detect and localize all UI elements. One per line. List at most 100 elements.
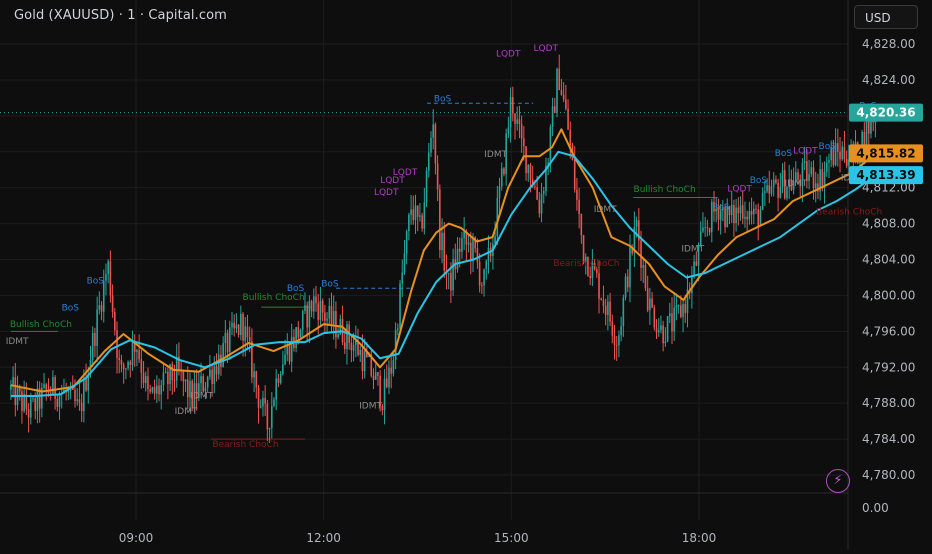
candle-body — [282, 364, 284, 374]
candle-body — [744, 216, 746, 219]
candle-body — [733, 204, 735, 224]
candle-body — [755, 208, 757, 210]
candle-body — [629, 247, 631, 288]
candle-body — [129, 361, 132, 365]
candle-body — [421, 215, 423, 229]
candle-body — [671, 313, 673, 332]
candle-body — [578, 199, 580, 215]
candle-body — [525, 146, 527, 174]
candle-body — [335, 311, 337, 338]
candle-body — [34, 398, 37, 412]
candle-body — [779, 186, 782, 199]
candle-body — [624, 276, 627, 298]
candle-body — [125, 368, 127, 370]
lightning-icon[interactable]: ⚡ — [826, 469, 850, 493]
candle-body — [814, 183, 817, 189]
candle-body — [759, 209, 762, 226]
candle-body — [432, 124, 434, 138]
candle-body — [675, 305, 678, 308]
candle-body — [116, 330, 118, 358]
candle-body — [430, 137, 432, 153]
candle-body — [761, 192, 764, 210]
candle-body — [602, 300, 605, 306]
candle-body — [350, 342, 353, 351]
candle-body — [576, 189, 578, 200]
candle-body — [83, 378, 85, 412]
candle-body — [233, 322, 236, 329]
candle-body — [262, 397, 264, 407]
candle-body — [213, 366, 216, 385]
candle-body — [186, 379, 189, 398]
candle-body — [27, 409, 30, 418]
candle-body — [704, 227, 706, 229]
candle-body — [839, 151, 841, 160]
candle-body — [209, 369, 211, 377]
candle-body — [467, 242, 470, 245]
label-idmt: IDMT — [681, 244, 704, 254]
candle-body — [764, 191, 766, 193]
candle-body — [434, 124, 437, 164]
price-chart[interactable]: BoSBoSBoSBoSBoSBoSBoSBoSBoSBoSBoSLQDTLQD… — [0, 0, 932, 550]
candle-body — [149, 389, 151, 392]
candle-body — [45, 384, 48, 390]
candle-body — [49, 392, 52, 394]
candle-body — [390, 367, 392, 374]
candle-body — [660, 325, 662, 331]
candle-body — [317, 303, 320, 320]
candle-body — [242, 313, 244, 341]
candle-body — [78, 399, 81, 403]
candle-body — [458, 248, 461, 252]
candle-body — [12, 377, 14, 385]
candle-body — [841, 146, 844, 160]
label-idmt: IDMT — [6, 337, 29, 347]
price-tick-label: 4,784.00 — [862, 432, 915, 446]
candle-body — [182, 370, 185, 382]
candle-body — [447, 272, 450, 274]
candle-body — [500, 168, 503, 187]
currency-button[interactable]: USD — [854, 5, 918, 29]
symbol-title[interactable]: Gold (XAUUSD) · 1 · Capital.com — [14, 8, 227, 23]
candle-body — [56, 398, 59, 407]
candle-body — [730, 204, 733, 216]
candle-body — [609, 301, 611, 322]
candle-body — [529, 164, 532, 180]
candle-body — [248, 336, 251, 342]
time-tick-label: 12:00 — [306, 531, 341, 545]
candle-body — [308, 301, 311, 328]
price-marker-label: 4,815.82 — [856, 146, 915, 160]
candle-body — [156, 385, 158, 394]
candle-body — [361, 349, 364, 372]
label-bos: BoS — [434, 94, 452, 104]
candle-body — [596, 269, 598, 274]
label-bos: BoS — [87, 277, 105, 287]
candle-body — [708, 228, 711, 233]
candle-body — [646, 288, 649, 311]
candle-body — [259, 406, 262, 408]
candle-body — [277, 378, 280, 383]
candle-body — [640, 240, 642, 268]
candle-body — [478, 261, 481, 286]
candle-body — [74, 389, 76, 402]
candle-body — [306, 305, 308, 328]
candle-body — [144, 376, 147, 384]
candle-body — [456, 248, 459, 270]
candle-body — [257, 387, 260, 408]
candle-body — [772, 179, 775, 187]
candle-body — [748, 211, 751, 220]
price-tick-label: 4,792.00 — [862, 360, 915, 374]
candle-body — [175, 356, 178, 381]
candle-body — [279, 373, 282, 383]
candle-body — [288, 344, 291, 362]
candle-body — [184, 379, 187, 382]
candle-body — [693, 261, 695, 276]
candle-body — [423, 202, 426, 229]
candle-body — [372, 375, 375, 380]
label-lqdt: LQDT — [380, 176, 405, 186]
label-idmt: IDMT — [785, 179, 808, 189]
candle-body — [450, 272, 452, 291]
label-bear: Bearish ChoCh — [212, 440, 278, 450]
candle-body — [253, 371, 255, 378]
candle-body — [611, 321, 614, 336]
candle-body — [540, 193, 543, 214]
chart-area[interactable]: BoSBoSBoSBoSBoSBoSBoSBoSBoSBoSBoSLQDTLQD… — [0, 0, 932, 550]
